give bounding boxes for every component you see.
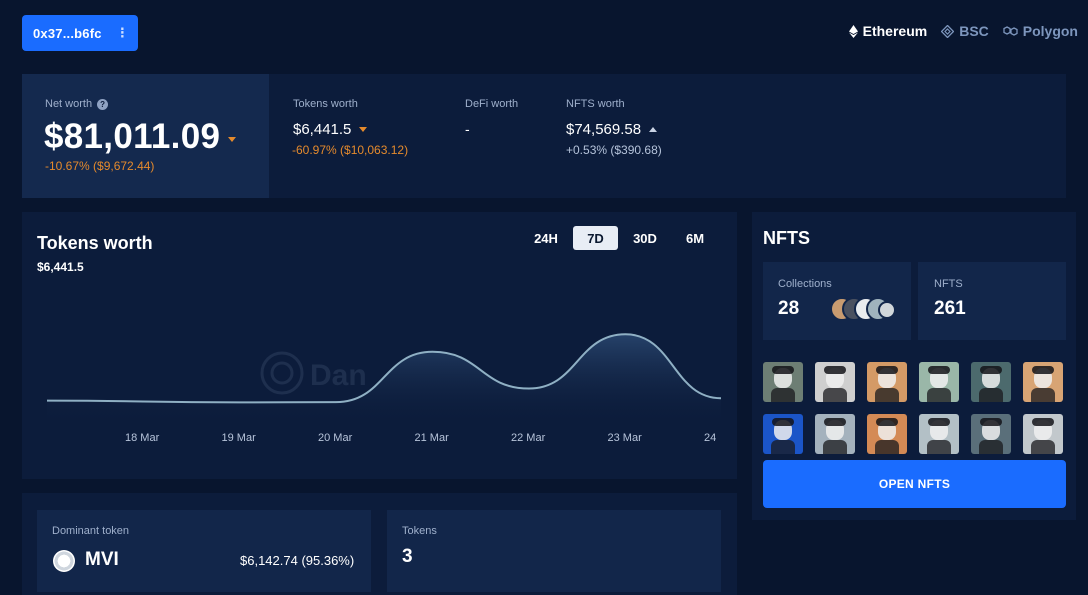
nft-thumbnail[interactable] xyxy=(867,414,907,454)
x-tick-label: 24 Mar xyxy=(704,432,719,444)
tokens-count-label: Tokens xyxy=(402,525,437,537)
nft-thumbnail[interactable] xyxy=(971,362,1011,402)
nfts-count-value: 261 xyxy=(934,298,966,319)
x-tick-label: 21 Mar xyxy=(414,432,449,444)
nft-thumbnail[interactable] xyxy=(815,362,855,402)
open-nfts-button[interactable]: OPEN NFTS xyxy=(763,460,1066,508)
collection-avatar xyxy=(878,301,896,319)
watermark: Dan xyxy=(260,351,367,395)
tokens-count-card xyxy=(387,510,721,592)
collections-label: Collections xyxy=(778,278,832,290)
nft-thumbnail[interactable] xyxy=(971,414,1011,454)
nft-thumbnail[interactable] xyxy=(815,414,855,454)
x-tick-label: 18 Mar xyxy=(125,432,160,444)
collections-value: 28 xyxy=(778,298,800,319)
watermark-text: Dan xyxy=(310,359,367,392)
mvi-token-icon xyxy=(53,550,75,572)
dominant-token-symbol: MVI xyxy=(85,549,119,570)
nfts-count-label: NFTS xyxy=(934,278,963,290)
nft-thumbnail[interactable] xyxy=(763,362,803,402)
nft-thumbnail[interactable] xyxy=(763,414,803,454)
nfts-title: NFTS xyxy=(763,228,810,248)
nft-thumbnail[interactable] xyxy=(867,362,907,402)
nft-thumbnail[interactable] xyxy=(1023,414,1063,454)
dominant-token-value: $6,142.74 (95.36%) xyxy=(240,553,355,568)
x-tick-label: 22 Mar xyxy=(511,432,546,444)
nft-thumbnail[interactable] xyxy=(919,362,959,402)
dominant-token-label: Dominant token xyxy=(52,525,130,537)
tokens-count-value: 3 xyxy=(402,546,413,567)
nft-thumbnail[interactable] xyxy=(1023,362,1063,402)
x-tick-label: 19 Mar xyxy=(221,432,256,444)
x-tick-label: 20 Mar xyxy=(318,432,353,444)
x-tick-label: 23 Mar xyxy=(607,432,642,444)
nft-thumbnail[interactable] xyxy=(919,414,959,454)
collection-avatars xyxy=(830,296,900,322)
